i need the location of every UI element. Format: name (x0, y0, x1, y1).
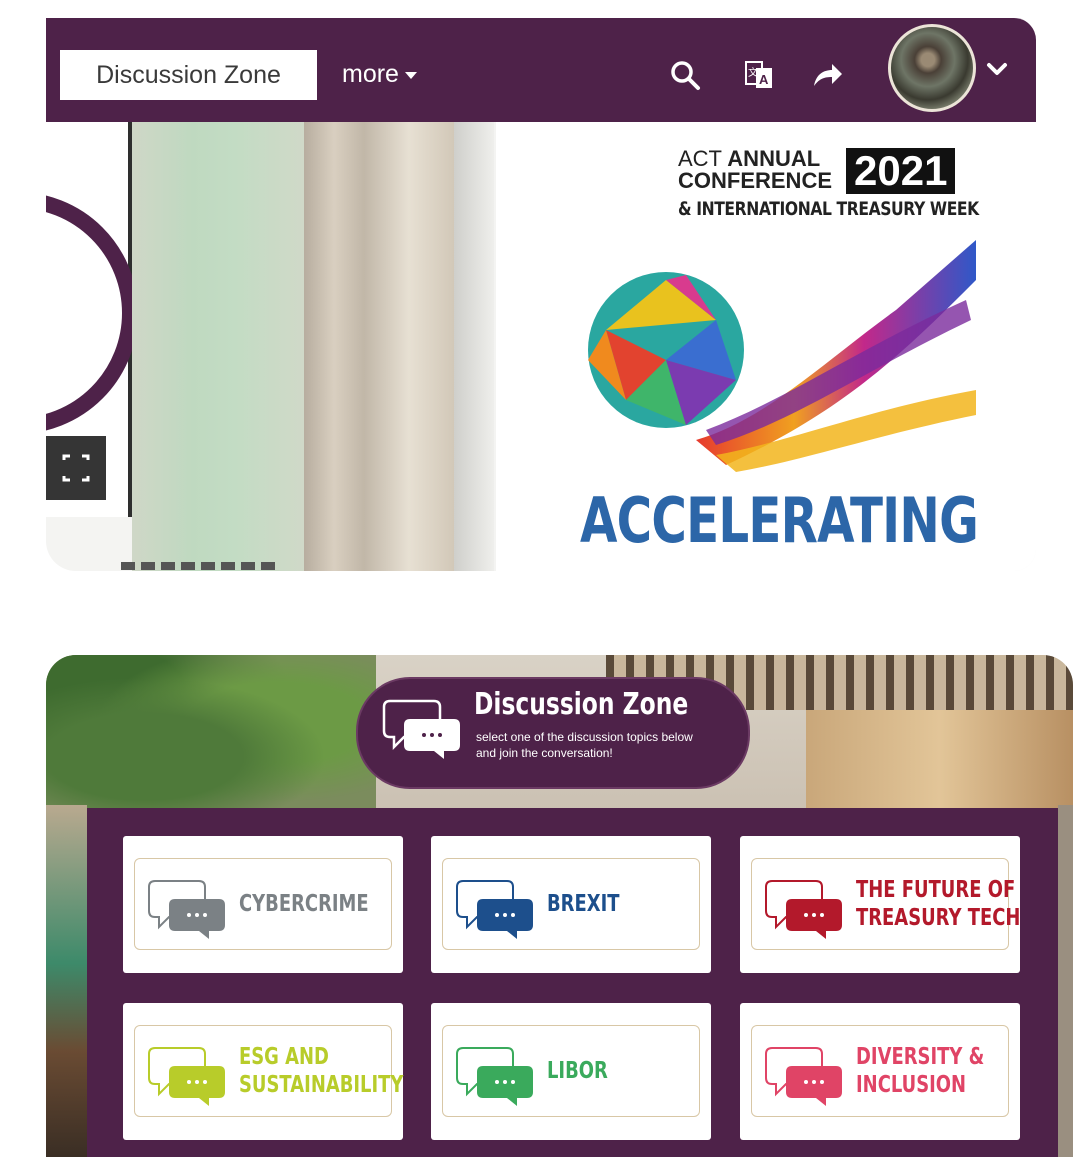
topic-label-future-of-treasury-tech: THE FUTURE OF TREASURY TECH (856, 859, 1020, 949)
topic-label-line1: DIVERSITY & (856, 1044, 985, 1070)
chat-bubbles-icon (456, 1047, 533, 1106)
search-icon[interactable] (668, 58, 702, 92)
topic-label-line1: THE FUTURE OF (856, 877, 1016, 903)
logo-ring (46, 192, 138, 434)
conference-logo-art (588, 240, 976, 472)
topic-card-brexit[interactable]: BREXIT (431, 836, 711, 973)
discussion-zone-card: Discussion Zone select one of the discus… (46, 655, 1073, 1157)
topic-label-line2: INCLUSION (856, 1072, 967, 1098)
plant-wall-background (46, 655, 376, 825)
topic-card-cybercrime[interactable]: CYBERCRIME (123, 836, 403, 973)
topic-card-diversity-inclusion[interactable]: DIVERSITY & INCLUSION (740, 1003, 1020, 1140)
topic-label-cybercrime: CYBERCRIME (239, 891, 369, 917)
event-stage-card: Discussion Zone more A 文 ACT ANNUAL CONF… (46, 18, 1036, 571)
chevron-down-icon[interactable] (986, 58, 1008, 80)
topic-card-future-of-treasury-tech[interactable]: THE FUTURE OF TREASURY TECH (740, 836, 1020, 973)
topic-card-frame: BREXIT (442, 858, 700, 950)
topic-label-line1: ESG AND (239, 1044, 329, 1070)
chat-bubbles-icon (382, 699, 460, 759)
topic-card-libor[interactable]: LIBOR (431, 1003, 711, 1140)
topic-label-brexit: BREXIT (547, 891, 620, 917)
chat-bubbles-icon (456, 880, 533, 939)
conference-poster: ACT ANNUAL CONFERENCE 2021 & INTERNATION… (496, 122, 1036, 571)
wood-wall-panel (304, 122, 454, 571)
more-label: more (342, 60, 399, 88)
chat-bubbles-icon (148, 880, 225, 939)
tab-discussion-zone[interactable]: Discussion Zone (60, 50, 317, 100)
svg-text:文: 文 (748, 66, 758, 79)
video-panel (46, 122, 138, 517)
wood-wall-background (806, 710, 1073, 810)
chat-bubbles-icon (148, 1047, 225, 1106)
top-navbar: Discussion Zone more A 文 (46, 18, 1036, 122)
topic-label-esg-sustainability: ESG AND SUSTAINABILITY (239, 1026, 403, 1116)
topic-card-frame: THE FUTURE OF TREASURY TECH (751, 858, 1020, 950)
discussion-zone-title: Discussion Zone (474, 687, 689, 722)
lounge-background-left (46, 805, 87, 1157)
green-wall-panel (132, 122, 304, 571)
topic-card-frame: ESG AND SUSTAINABILITY (134, 1025, 403, 1117)
svg-text:A: A (759, 72, 769, 87)
lounge-background-right (1058, 805, 1073, 1157)
topic-label-line2: TREASURY TECH (856, 905, 1021, 931)
topic-label-line2: SUSTAINABILITY (239, 1072, 404, 1098)
poster-headline: ACCELERATING (580, 484, 979, 557)
topic-card-frame: DIVERSITY & INCLUSION (751, 1025, 1009, 1117)
discussion-zone-subtitle: select one of the discussion topics belo… (476, 730, 693, 760)
translate-icon[interactable]: A 文 (742, 58, 776, 92)
chat-bubbles-icon (765, 1047, 842, 1106)
topic-card-frame: LIBOR (442, 1025, 700, 1117)
share-icon[interactable] (810, 58, 844, 92)
topic-label-libor: LIBOR (547, 1058, 608, 1084)
chat-bubbles-icon (765, 880, 842, 939)
topic-label-diversity-inclusion: DIVERSITY & INCLUSION (856, 1026, 984, 1116)
caret-down-icon (404, 71, 417, 79)
fullscreen-icon[interactable] (46, 436, 106, 500)
poster-year: 2021 (846, 148, 956, 194)
topic-card-esg-sustainability[interactable]: ESG AND SUSTAINABILITY (123, 1003, 403, 1140)
poster-subtitle: & INTERNATIONAL TREASURY WEEK (678, 198, 979, 220)
grey-wall-panel (454, 122, 494, 571)
user-avatar[interactable] (888, 24, 976, 112)
partial-sign-text (121, 562, 281, 570)
more-menu-button[interactable]: more (342, 54, 417, 94)
stage-content: ACT ANNUAL CONFERENCE 2021 & INTERNATION… (46, 122, 1036, 571)
topics-panel: CYBERCRIME BREXIT THE FUTURE OF TREASURY… (87, 808, 1058, 1157)
discussion-zone-banner: Discussion Zone select one of the discus… (356, 677, 750, 789)
topic-card-frame: CYBERCRIME (134, 858, 392, 950)
